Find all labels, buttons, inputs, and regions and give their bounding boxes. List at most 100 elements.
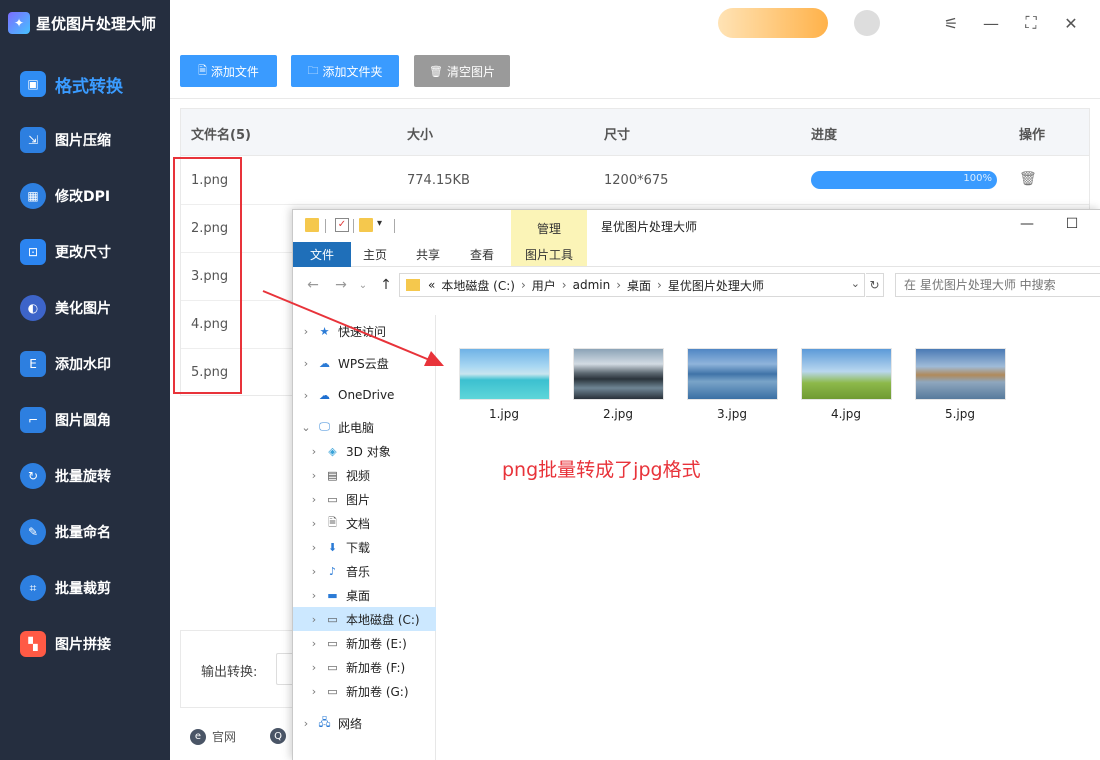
breadcrumb-item[interactable]: admin (573, 278, 611, 292)
tree-item-drive-f[interactable]: › ▭ 新加卷 (F:) (293, 655, 436, 679)
expand-icon[interactable]: › (307, 493, 321, 506)
tree-item-videos[interactable]: › ▤ 视频 (293, 463, 436, 487)
tree-item-network[interactable]: › 🖧 网络 (293, 711, 436, 735)
breadcrumb-overflow[interactable]: « (428, 278, 435, 292)
up-button[interactable]: ↑ (378, 276, 394, 294)
sidebar-item-label: 图片圆角 (55, 413, 111, 429)
tree-item-drive-c[interactable]: › ▭ 本地磁盘 (C:) (293, 607, 436, 631)
refresh-button[interactable]: ↻ (866, 273, 884, 297)
customize-qat-icon[interactable]: ▾ (377, 218, 391, 232)
tree-item-onedrive[interactable]: › ☁ OneDrive (293, 383, 436, 407)
music-icon: ♪ (328, 564, 337, 578)
tree-item-label: WPS云盘 (338, 356, 389, 371)
tree-item-label: 新加卷 (E:) (346, 636, 407, 651)
expand-icon[interactable]: › (307, 661, 321, 674)
breadcrumb-separator[interactable]: › (616, 278, 621, 292)
rename-icon: ✎ (20, 519, 46, 545)
breadcrumb-separator[interactable]: › (562, 278, 567, 292)
tree-item-quick-access[interactable]: › ★ 快速访问 (293, 319, 436, 343)
expand-icon[interactable]: › (307, 541, 321, 554)
sidebar-item-stitch[interactable]: ▚ 图片拼接 (0, 616, 170, 672)
sidebar-item-watermark[interactable]: E 添加水印 (0, 336, 170, 392)
tree-item-pictures[interactable]: › ▭ 图片 (293, 487, 436, 511)
tab-picture-tools[interactable]: 图片工具 (511, 242, 587, 267)
tab-home[interactable]: 主页 (351, 242, 399, 267)
support-link[interactable]: Q (270, 728, 292, 744)
file-item[interactable]: 5.jpg (913, 348, 1007, 421)
breadcrumb-item[interactable]: 桌面 (627, 277, 651, 294)
sidebar-item-dpi[interactable]: ▦ 修改DPI (0, 168, 170, 224)
window-minimize-button[interactable]: — (1019, 216, 1035, 232)
sidebar-item-beautify[interactable]: ◐ 美化图片 (0, 280, 170, 336)
browser-icon: e (190, 728, 206, 745)
official-site-link[interactable]: e 官网 (190, 728, 236, 745)
minimize-button[interactable]: — (980, 12, 1002, 34)
expand-icon[interactable]: › (307, 685, 321, 698)
search-input[interactable] (895, 273, 1100, 297)
tree-item-documents[interactable]: › 🗎 文档 (293, 511, 436, 535)
expand-icon[interactable]: › (307, 637, 321, 650)
breadcrumb-separator[interactable]: › (521, 278, 526, 292)
support-icon: Q (270, 728, 286, 744)
breadcrumb-item[interactable]: 星优图片处理大师 (668, 277, 764, 294)
sidebar-item-rounded-corner[interactable]: ⌐ 图片圆角 (0, 392, 170, 448)
add-folder-button[interactable]: 🗀 添加文件夹 (291, 55, 399, 87)
window-maximize-button[interactable]: ☐ (1064, 216, 1080, 232)
forward-button[interactable]: → (333, 276, 349, 294)
maximize-button[interactable]: ⛶ (1020, 12, 1042, 34)
tree-item-3d-objects[interactable]: › ◈ 3D 对象 (293, 439, 436, 463)
expand-icon[interactable]: › (307, 613, 321, 626)
vip-badge[interactable] (718, 8, 828, 38)
file-item[interactable]: 3.jpg (685, 348, 779, 421)
sidebar-item-compress[interactable]: ⇲ 图片压缩 (0, 112, 170, 168)
recent-locations-button[interactable]: ⌄ (355, 276, 371, 294)
properties-icon[interactable]: ✓ (335, 218, 349, 232)
breadcrumb-item[interactable]: 本地磁盘 (C:) (441, 277, 515, 294)
address-dropdown-icon[interactable]: ⌄ (851, 277, 860, 290)
sidebar-item-resize[interactable]: ⊡ 更改尺寸 (0, 224, 170, 280)
expand-icon[interactable]: › (307, 565, 321, 578)
tab-file[interactable]: 文件 (293, 242, 351, 267)
tree-item-drive-g[interactable]: › ▭ 新加卷 (G:) (293, 679, 436, 703)
tree-item-this-pc[interactable]: ⌄ 🖵 此电脑 (293, 415, 436, 439)
expand-icon[interactable]: › (307, 517, 321, 530)
expand-icon[interactable]: › (299, 325, 313, 338)
sidebar-item-rename[interactable]: ✎ 批量命名 (0, 504, 170, 560)
add-file-button[interactable]: 🗎 添加文件 (180, 55, 277, 87)
delete-icon[interactable]: 🗑 (1019, 171, 1037, 187)
sidebar-item-crop[interactable]: ⌗ 批量裁剪 (0, 560, 170, 616)
tree-item-label: 网络 (338, 716, 363, 731)
back-button[interactable]: ← (305, 276, 321, 294)
settings-icon[interactable]: ⚟ (940, 12, 962, 34)
expand-icon[interactable]: › (299, 717, 313, 730)
breadcrumb-separator[interactable]: › (657, 278, 662, 292)
tab-share[interactable]: 共享 (404, 242, 452, 267)
tree-item-drive-e[interactable]: › ▭ 新加卷 (E:) (293, 631, 436, 655)
tree-item-desktop[interactable]: › ▬ 桌面 (293, 583, 436, 607)
expand-icon[interactable]: › (299, 357, 313, 370)
tree-item-wps-cloud[interactable]: › ☁ WPS云盘 (293, 351, 436, 375)
new-folder-icon[interactable] (359, 218, 373, 232)
sidebar-item-format-convert[interactable]: ▣ 格式转换 (0, 56, 170, 112)
avatar[interactable] (854, 10, 880, 36)
file-item[interactable]: 1.jpg (457, 348, 551, 421)
sidebar-item-label: 批量旋转 (55, 469, 111, 485)
table-row[interactable]: 1.png 774.15KB 1200*675 100% 🗑 (181, 157, 1089, 205)
tree-item-downloads[interactable]: › ⬇ 下载 (293, 535, 436, 559)
network-icon: 🖧 (318, 715, 331, 729)
collapse-icon[interactable]: ⌄ (299, 421, 313, 434)
close-button[interactable]: ✕ (1060, 12, 1082, 34)
sidebar-item-rotate[interactable]: ↻ 批量旋转 (0, 448, 170, 504)
expand-icon[interactable]: › (307, 445, 321, 458)
tree-item-music[interactable]: › ♪ 音乐 (293, 559, 436, 583)
breadcrumb-item[interactable]: 用户 (532, 277, 556, 294)
clear-images-button[interactable]: 🗑 清空图片 (414, 55, 510, 87)
file-item[interactable]: 4.jpg (799, 348, 893, 421)
expand-icon[interactable]: › (299, 389, 313, 402)
tab-view[interactable]: 查看 (458, 242, 506, 267)
expand-icon[interactable]: › (307, 589, 321, 602)
address-bar[interactable]: « 本地磁盘 (C:) › 用户 › admin › 桌面 › 星优图片处理大师… (399, 273, 865, 297)
context-tab-label: 管理 (536, 222, 561, 236)
file-item[interactable]: 2.jpg (571, 348, 665, 421)
expand-icon[interactable]: › (307, 469, 321, 482)
